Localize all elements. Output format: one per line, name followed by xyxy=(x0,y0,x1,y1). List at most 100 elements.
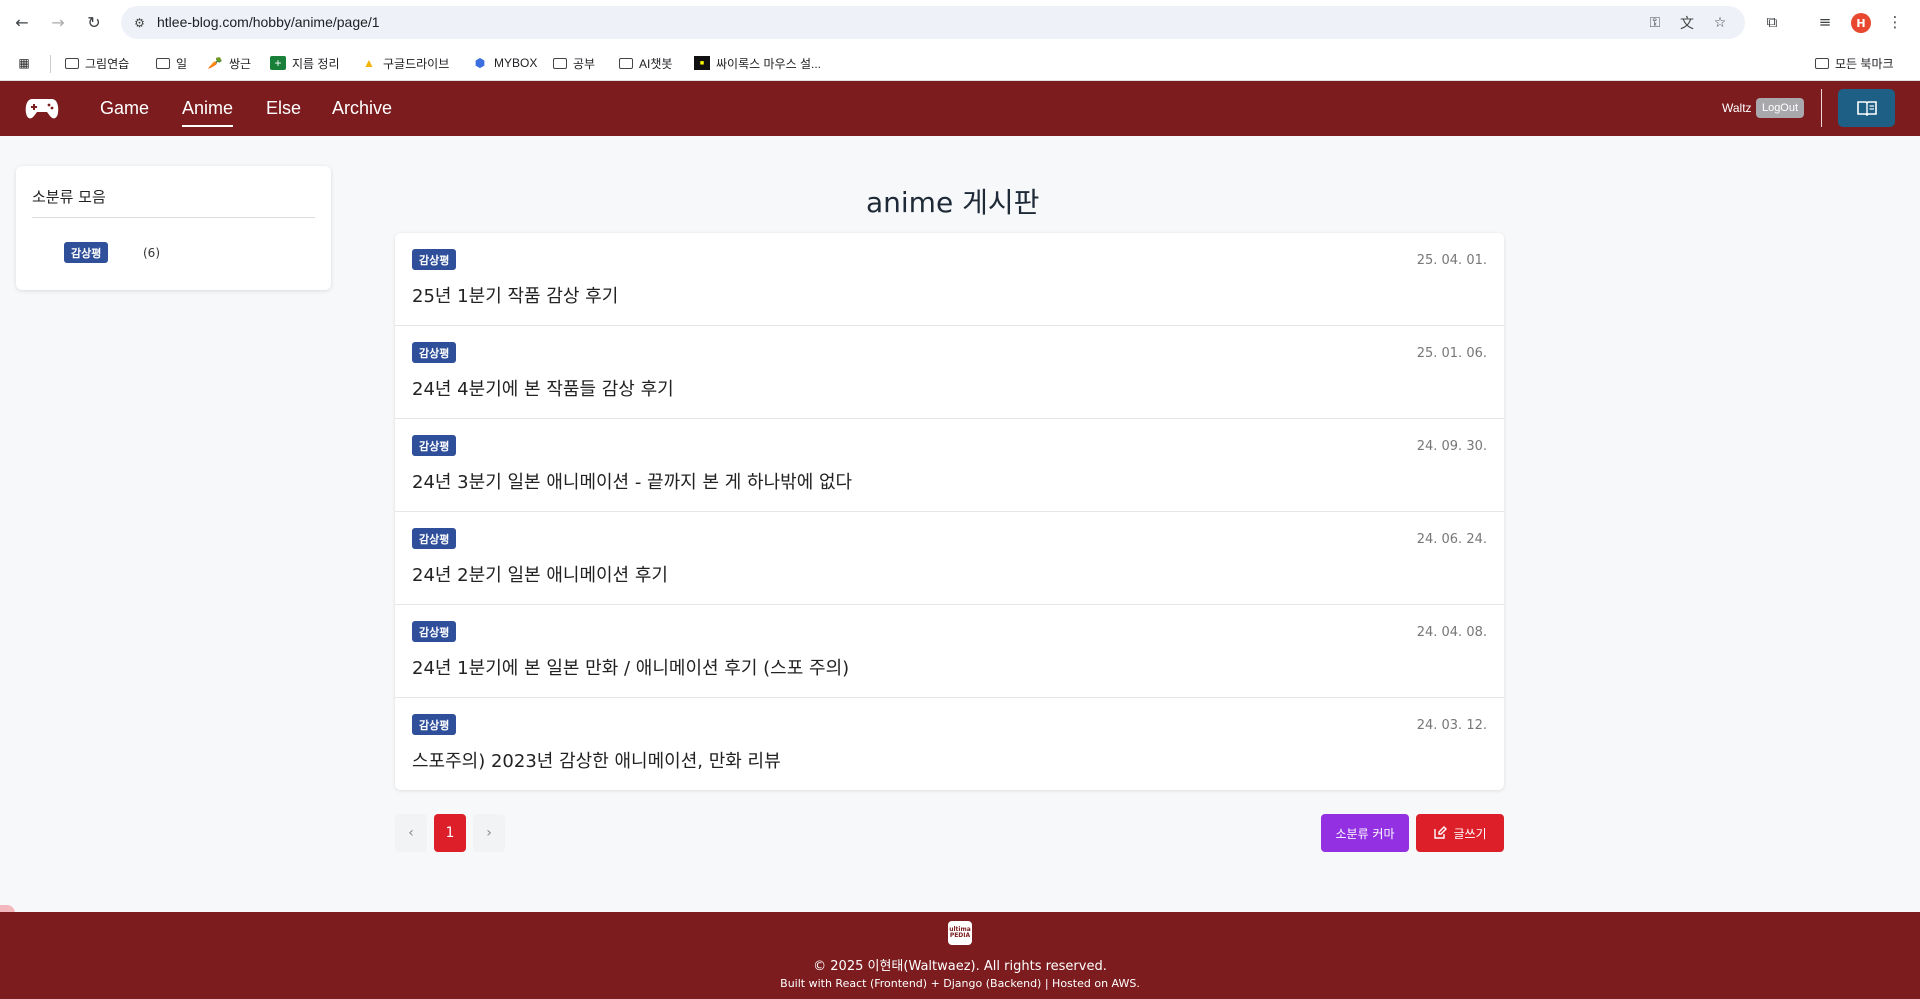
bookmarks-bar: ▦ 그림연습 일 🥕 쌍근 + 지름 정리 ▲ 구글드라이브 ⬢ MYBOX 공부 AI… xyxy=(0,45,1920,81)
profile-avatar[interactable]: H xyxy=(1851,13,1871,33)
post-category-badge: 감상평 xyxy=(412,249,457,270)
password-key-icon[interactable]: ⚿ xyxy=(1646,14,1664,32)
next-page-button[interactable]: › xyxy=(473,814,505,852)
drive-icon: ▲ xyxy=(363,56,375,70)
post-title[interactable]: 24년 1분기에 본 일본 만화 / 애니메이션 후기 (스포 주의) xyxy=(412,654,849,680)
forward-arrow-icon[interactable]: → xyxy=(47,11,69,33)
browser-toolbar: ← → ↻ ⚙ htlee-blog.com/hobby/anime/page/… xyxy=(0,0,1920,45)
bookmark-item[interactable]: 일 xyxy=(156,53,187,73)
bookmark-label: 그림연습 xyxy=(85,56,130,71)
book-button[interactable] xyxy=(1838,89,1895,127)
prev-page-button[interactable]: ‹ xyxy=(395,814,427,852)
nav-anime[interactable]: Anime xyxy=(182,98,234,127)
folder-icon xyxy=(156,57,170,69)
bookmarks-separator xyxy=(50,55,51,73)
category-sidebar: 소분류 모음 감상평 (6) xyxy=(16,166,331,290)
bookmark-label: 구글드라이브 xyxy=(383,56,450,71)
back-arrow-icon[interactable]: ← xyxy=(11,11,33,33)
post-title[interactable]: 24년 2분기 일본 애니메이션 후기 xyxy=(412,561,668,587)
bookmark-item[interactable]: ▲ 구글드라이브 xyxy=(361,53,449,73)
reload-icon[interactable]: ↻ xyxy=(83,11,105,33)
sidebar-divider xyxy=(32,217,315,218)
category-manage-button[interactable]: 소분류 커마 xyxy=(1321,814,1409,852)
built-with-text: Built with React (Frontend) + Django (Ba… xyxy=(780,977,1140,990)
bookmark-item[interactable]: ■ 싸이록스 마우스 설... xyxy=(694,53,821,73)
logout-button[interactable]: LogOut xyxy=(1756,98,1804,118)
folder-icon xyxy=(553,57,567,69)
site-favicon-icon: ■ xyxy=(694,56,710,70)
post-item[interactable]: 감상평 25. 04. 01. 25년 1분기 작품 감상 후기 xyxy=(395,233,1504,326)
media-control-icon[interactable]: ≡ xyxy=(1815,12,1835,32)
post-item[interactable]: 감상평 24. 09. 30. 24년 3분기 일본 애니메이션 - 끝까지 본… xyxy=(395,419,1504,512)
bookmark-item[interactable]: + 지름 정리 xyxy=(270,53,340,73)
address-bar[interactable]: ⚙ htlee-blog.com/hobby/anime/page/1 ⚿ 文 … xyxy=(121,6,1745,39)
post-date: 24. 06. 24. xyxy=(1416,532,1487,547)
post-item[interactable]: 감상평 24. 04. 08. 24년 1분기에 본 일본 만화 / 애니메이션… xyxy=(395,605,1504,698)
post-item[interactable]: 감상평 24. 03. 12. 스포주의) 2023년 감상한 애니메이션, 만… xyxy=(395,698,1504,790)
nav-archive[interactable]: Archive xyxy=(332,98,392,119)
post-date: 25. 01. 06. xyxy=(1416,346,1487,361)
post-category-badge: 감상평 xyxy=(412,528,457,549)
post-title[interactable]: 24년 3분기 일본 애니메이션 - 끝까지 본 게 하나밖에 없다 xyxy=(412,468,852,494)
all-bookmarks-label: 모든 북마크 xyxy=(1835,56,1894,71)
bookmark-label: AI챗봇 xyxy=(639,56,673,71)
post-title[interactable]: 스포주의) 2023년 감상한 애니메이션, 만화 리뷰 xyxy=(412,747,781,773)
category-count: (6) xyxy=(143,246,160,260)
site-footer: ultima PEDIA © 2025 이현태(Waltwaez). All r… xyxy=(0,912,1920,999)
bookmark-item[interactable]: 🥕 쌍근 xyxy=(207,53,252,73)
post-date: 24. 09. 30. xyxy=(1416,439,1487,454)
post-title[interactable]: 25년 1분기 작품 감상 후기 xyxy=(412,282,618,308)
extensions-icon[interactable]: ⧉ xyxy=(1762,12,1782,32)
site-info-icon[interactable]: ⚙ xyxy=(131,14,148,31)
folder-icon xyxy=(619,57,633,69)
bookmark-item[interactable]: 그림연습 xyxy=(65,53,129,73)
post-title[interactable]: 24년 4분기에 본 작품들 감상 후기 xyxy=(412,375,674,401)
gamepad-logo-icon[interactable] xyxy=(25,96,59,121)
bookmark-item[interactable]: AI챗봇 xyxy=(619,53,672,73)
nav-game[interactable]: Game xyxy=(100,98,149,119)
post-category-badge: 감상평 xyxy=(412,714,457,735)
post-date: 24. 03. 12. xyxy=(1416,718,1487,733)
apps-grid-icon[interactable]: ▦ xyxy=(16,53,32,73)
open-book-icon xyxy=(1856,101,1877,116)
sidebar-title: 소분류 모음 xyxy=(32,188,106,206)
site-header: Game Anime Else Archive Waltz LogOut xyxy=(0,81,1920,136)
page-button-current[interactable]: 1 xyxy=(434,814,466,852)
post-category-badge: 감상평 xyxy=(412,435,457,456)
write-button-label: 글쓰기 xyxy=(1453,826,1487,841)
user-name: Waltz xyxy=(1722,101,1752,115)
mybox-icon: ⬢ xyxy=(474,56,486,70)
nav-else[interactable]: Else xyxy=(266,98,301,119)
folder-icon xyxy=(1815,57,1829,69)
sheets-icon: + xyxy=(270,56,286,70)
post-list: 감상평 25. 04. 01. 25년 1분기 작품 감상 후기 감상평 25.… xyxy=(395,233,1504,790)
bookmark-label: 일 xyxy=(176,56,188,71)
carrot-icon: 🥕 xyxy=(207,56,223,70)
bookmark-item[interactable]: 공부 xyxy=(553,53,595,73)
edit-icon xyxy=(1434,826,1448,839)
bookmark-label: MYBOX xyxy=(494,56,538,70)
post-category-badge: 감상평 xyxy=(412,621,457,642)
bookmark-label: 지름 정리 xyxy=(292,56,340,71)
bookmark-star-icon[interactable]: ☆ xyxy=(1711,14,1729,32)
post-date: 25. 04. 01. xyxy=(1416,253,1487,268)
post-item[interactable]: 감상평 25. 01. 06. 24년 4분기에 본 작품들 감상 후기 xyxy=(395,326,1504,419)
all-bookmarks[interactable]: 모든 북마크 xyxy=(1815,53,1894,73)
bookmark-label: 공부 xyxy=(573,56,596,71)
bookmark-label: 쌍근 xyxy=(229,56,252,71)
url-text[interactable]: htlee-blog.com/hobby/anime/page/1 xyxy=(157,14,380,30)
translate-icon[interactable]: 文 xyxy=(1678,14,1696,32)
bookmark-label: 싸이록스 마우스 설... xyxy=(716,56,821,71)
post-date: 24. 04. 08. xyxy=(1416,625,1487,640)
more-menu-icon[interactable]: ⋮ xyxy=(1885,12,1905,32)
category-badge[interactable]: 감상평 xyxy=(64,242,109,263)
write-button[interactable]: 글쓰기 xyxy=(1416,814,1504,852)
footer-logo: ultima PEDIA xyxy=(948,921,972,945)
post-category-badge: 감상평 xyxy=(412,342,457,363)
post-item[interactable]: 감상평 24. 06. 24. 24년 2분기 일본 애니메이션 후기 xyxy=(395,512,1504,605)
bookmark-item[interactable]: ⬢ MYBOX xyxy=(472,53,538,73)
pagination: ‹ 1 › xyxy=(395,814,505,852)
board-title: anime 게시판 xyxy=(866,186,1040,219)
header-divider xyxy=(1821,89,1822,127)
folder-icon xyxy=(65,57,79,69)
